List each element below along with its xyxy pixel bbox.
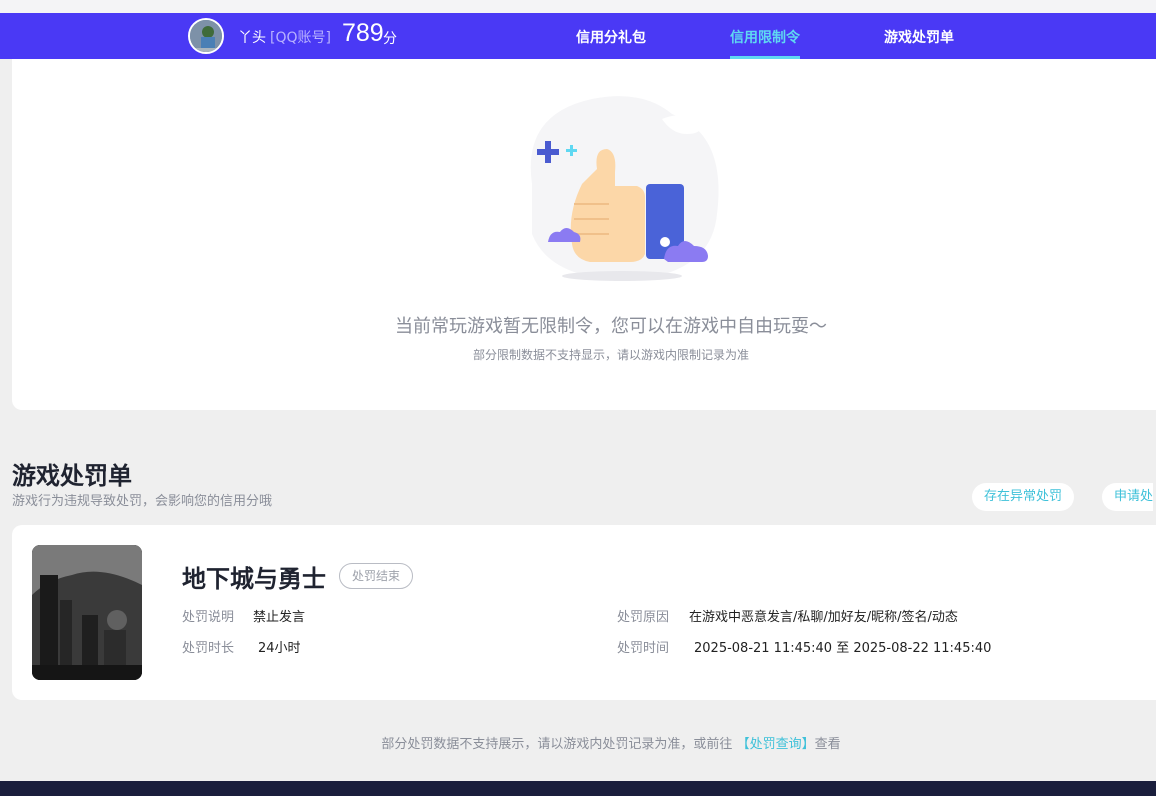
game-name: 地下城与勇士 — [182, 565, 326, 593]
footer-note-suffix: 查看 — [814, 737, 841, 752]
status-badge: 处罚结束 — [339, 563, 414, 589]
top-navbar: 丫头 [QQ账号] 789 分 信用分礼包 信用限制令 游戏处罚单 — [0, 13, 1156, 59]
penalty-duration-value: 24小时 — [258, 641, 301, 656]
empty-restriction-title: 当前常玩游戏暂无限制令，您可以在游戏中自由玩耍～ — [395, 316, 827, 337]
thumbs-up-icon — [512, 94, 742, 294]
penalty-section-title: 游戏处罚单 — [12, 462, 132, 490]
penalty-desc-label: 处罚说明 — [182, 610, 235, 625]
penalty-duration-label: 处罚时长 — [182, 641, 235, 656]
credit-score-unit: 分 — [383, 31, 397, 47]
footer-note: 部分处罚数据不支持展示，请以游戏内处罚记录为准，或前往 【处罚查询】查看 — [0, 733, 1156, 752]
tab-credit-restriction[interactable]: 信用限制令 — [730, 27, 800, 47]
appeal-button[interactable]: 申请处 — [1102, 483, 1154, 511]
game-cover-image — [32, 545, 142, 680]
abnormal-penalty-button[interactable]: 存在异常处罚 — [972, 483, 1075, 511]
empty-restriction-subtitle: 部分限制数据不支持显示，请以游戏内限制记录为准 — [472, 348, 749, 362]
penalty-record-card: 地下城与勇士 处罚结束 处罚说明 禁止发言 处罚时长 24小时 处罚原因 在游戏… — [12, 525, 1156, 700]
tab-game-penalty[interactable]: 游戏处罚单 — [884, 27, 954, 47]
penalty-desc-value: 禁止发言 — [253, 610, 306, 625]
penalty-time-value: 2025-08-21 11:45:40 至 2025-08-22 11:45:4… — [694, 641, 992, 656]
user-nickname: 丫头 — [238, 30, 266, 46]
penalty-section-subtitle: 游戏行为违规导致处罚，会影响您的信用分哦 — [12, 494, 273, 509]
credit-score: 789 — [342, 19, 384, 47]
bottom-footer-bar — [0, 781, 1156, 796]
penalty-query-link[interactable]: 【处罚查询】 — [737, 737, 815, 752]
penalty-time-label: 处罚时间 — [617, 641, 670, 656]
tab-credit-gift[interactable]: 信用分礼包 — [576, 27, 646, 47]
account-type-tag: [QQ账号] — [270, 30, 331, 46]
penalty-reason-value: 在游戏中恶意发言/私聊/加好友/昵称/签名/动态 — [689, 610, 958, 625]
restriction-card: 当前常玩游戏暂无限制令，您可以在游戏中自由玩耍～ 部分限制数据不支持显示，请以游… — [12, 59, 1156, 410]
footer-note-prefix: 部分处罚数据不支持展示，请以游戏内处罚记录为准，或前往 — [381, 737, 733, 752]
top-strip — [0, 0, 1156, 13]
penalty-reason-label: 处罚原因 — [617, 610, 670, 625]
avatar[interactable] — [188, 18, 224, 54]
